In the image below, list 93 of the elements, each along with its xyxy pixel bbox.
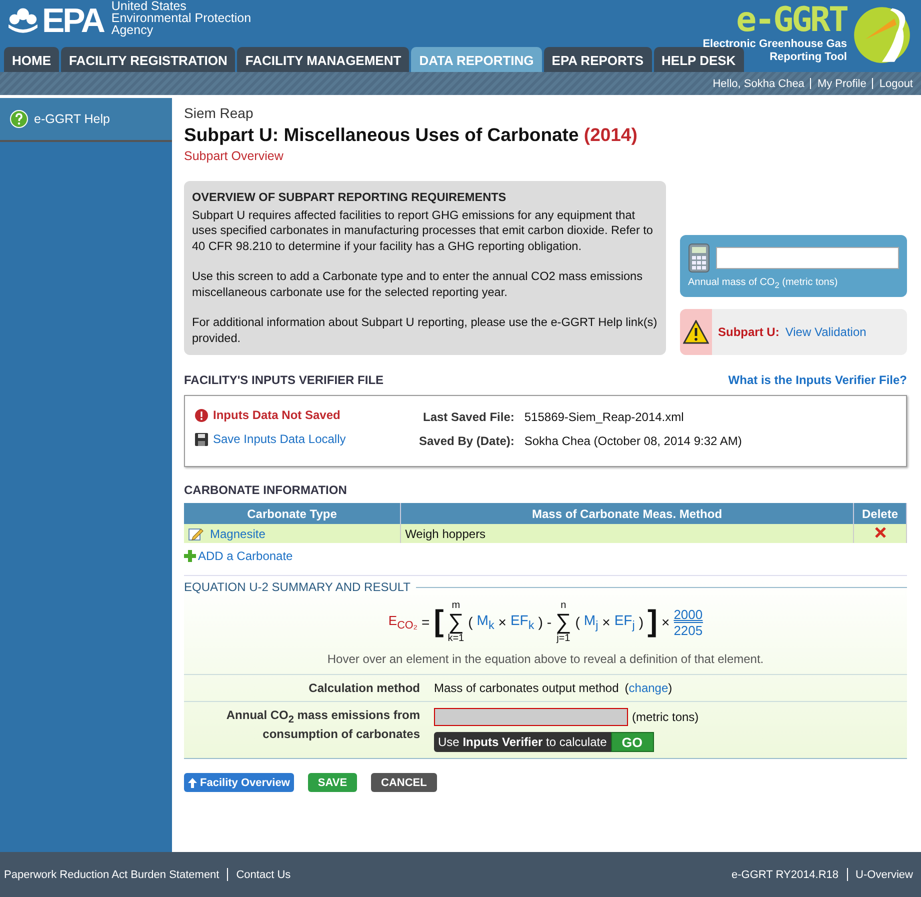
sidebar-item[interactable]: e-GGRT Help	[0, 98, 172, 142]
arrow-up-icon	[188, 778, 197, 788]
equation-term[interactable]: M$_{k}$	[476, 612, 494, 632]
parenthesis-text: )	[668, 681, 672, 695]
status-text: Inputs Data Not Saved	[213, 408, 340, 422]
overview-paragraph: Use this screen to add a Carbonate type and to enter the annual CO2 mass emissions miscellaneous carbonate use for the selected reporting year.	[192, 269, 644, 300]
equation-operator: ×	[602, 614, 610, 630]
equation-bracket: [	[434, 607, 444, 637]
table-cell: Weigh hoppers	[400, 524, 854, 543]
edit-icon[interactable]	[188, 526, 204, 540]
agency-name: Agency	[111, 24, 154, 36]
fraction-numerator[interactable]: 2000	[674, 606, 703, 622]
page-subtitle: Subpart Overview	[184, 149, 284, 163]
nav-tab[interactable]: FACILITY REGISTRATION	[61, 47, 236, 72]
sum-lower-limit: k=1	[448, 633, 464, 644]
agency-logo-text: EPA	[42, 4, 104, 38]
field-label: Saved By (Date):	[419, 434, 514, 448]
equation-term[interactable]: M$_{j}$	[584, 612, 598, 632]
facility-name: Siem Reap	[184, 105, 254, 121]
equation-term[interactable]: EF$_{j}$	[614, 612, 635, 632]
equation-operator: )	[638, 614, 644, 630]
annual-mass-label: Annual mass of CO$_{2}$ (metric tons)	[688, 277, 839, 290]
change-link[interactable]: change	[628, 681, 668, 695]
equation-operator: ×	[498, 614, 506, 630]
app-logo-text: e-GGRT	[736, 2, 847, 38]
user-link[interactable]: My Profile	[817, 78, 866, 90]
error-icon	[195, 408, 208, 422]
add-carbonate-link[interactable]: ADD a Carbonate	[198, 549, 293, 563]
help-link[interactable]: What is the Inputs Verifier File?	[728, 373, 907, 387]
sum-upper-limit: m	[452, 600, 460, 611]
equation-bracket: ]	[648, 607, 658, 637]
equation-operator: )	[538, 614, 543, 630]
equation-term[interactable]: EF$_{k}$	[510, 612, 534, 632]
column-header: Carbonate Type	[184, 503, 401, 524]
column-header: Delete	[854, 503, 906, 524]
fraction-denominator[interactable]: 2205	[674, 622, 703, 638]
view-validation-link[interactable]: View Validation	[785, 325, 866, 339]
footer-text: e-GGRT RY2014.R18	[732, 868, 839, 880]
footer-text: U-Overview	[856, 868, 913, 880]
annual-mass-field[interactable]	[716, 247, 899, 269]
app-name: Reporting Tool	[770, 51, 847, 64]
overview-heading: OVERVIEW OF SUBPART REPORTING REQUIREMENTS	[192, 190, 508, 206]
equation-term[interactable]: E$_{CO₂}$	[388, 612, 418, 632]
nav-tab[interactable]: DATA REPORTING	[411, 47, 542, 72]
field-label: Calculation method	[308, 681, 420, 695]
section-heading: CARBONATE INFORMATION	[184, 483, 348, 497]
field-label: Annual CO$_{2}$ mass emissions from consumption of carbonates	[225, 708, 420, 744]
page-title: Subpart U: Miscellaneous Uses of Carbonate	[184, 124, 579, 145]
footer-link[interactable]: Contact Us	[236, 868, 291, 880]
overview-paragraph: Subpart U requires affected facilities to report GHG emissions for any equipment that uses specified carbonates in manufacturing processes that emit carbon dioxide. Refer to 40 CFR 98.210 to determine if your facility has a GHG reporting obligation.	[192, 208, 654, 254]
greeting-text: Hello, Sokha Chea	[712, 78, 804, 90]
reporting-year: (2014)	[584, 124, 638, 145]
nav-tab[interactable]: HELP DESK	[654, 47, 744, 72]
nav-tab[interactable]: EPA REPORTS	[544, 47, 652, 72]
sum-symbol: ∑	[448, 611, 464, 633]
field-value: 515869-Siem_Reap-2014.xml	[524, 410, 685, 424]
delete-icon[interactable]	[874, 526, 886, 538]
footer-link[interactable]: Paperwork Reduction Act Burden Statement	[4, 868, 220, 880]
equation-operator: ×	[662, 614, 670, 630]
tooltip-text: Use Inputs Verifier to calculate	[438, 735, 608, 749]
equation-hint: Hover over an element in the equation above to reveal a definition of that element.	[326, 652, 765, 666]
section-heading: EQUATION U-2 SUMMARY AND RESULT	[184, 580, 410, 594]
validation-label: Subpart U:	[718, 325, 780, 339]
equation-operator: (	[575, 614, 580, 630]
nav-tab[interactable]: FACILITY MANAGEMENT	[237, 47, 410, 72]
calculation-method-value: Mass of carbonates output method	[434, 681, 619, 695]
section-heading: FACILITY'S INPUTS VERIFIER FILE	[184, 373, 384, 387]
equation-operator: =	[422, 614, 430, 630]
warning-icon	[683, 320, 709, 344]
carbonate-link[interactable]: Magnesite	[210, 526, 266, 540]
sum-symbol: ∑	[556, 611, 572, 633]
help-icon	[10, 110, 28, 128]
facility-overview-button[interactable]: Facility Overview	[184, 773, 294, 792]
sum-lower-limit: j=1	[556, 633, 570, 644]
overview-paragraph: For additional information about Subpart U reporting, please use the e-GGRT Help link(s) provided.	[192, 315, 658, 346]
save-locally-link[interactable]: Save Inputs Data Locally	[213, 432, 346, 446]
cancel-button[interactable]: CANCEL	[371, 773, 437, 792]
unit-text: (metric tons)	[632, 710, 699, 724]
add-icon	[184, 550, 196, 562]
field-label: Last Saved File:	[422, 410, 514, 424]
nav-tab[interactable]: HOME	[4, 47, 59, 72]
sum-upper-limit: n	[560, 600, 566, 611]
equation-operator: (	[468, 614, 473, 630]
agency-name: United States	[111, 0, 188, 12]
field-value: Sokha Chea (October 08, 2014 9:32 AM)	[524, 434, 742, 448]
go-button[interactable]: GO	[610, 732, 654, 752]
user-link[interactable]: Logout	[879, 78, 913, 90]
column-header: Mass of Carbonate Meas. Method	[400, 503, 854, 524]
parenthesis-text: (	[624, 681, 629, 695]
calculator-icon	[688, 243, 710, 273]
equation-operator: -	[546, 614, 552, 630]
save-button[interactable]: SAVE	[308, 773, 358, 792]
agency-name: Environmental Protection	[111, 12, 252, 24]
